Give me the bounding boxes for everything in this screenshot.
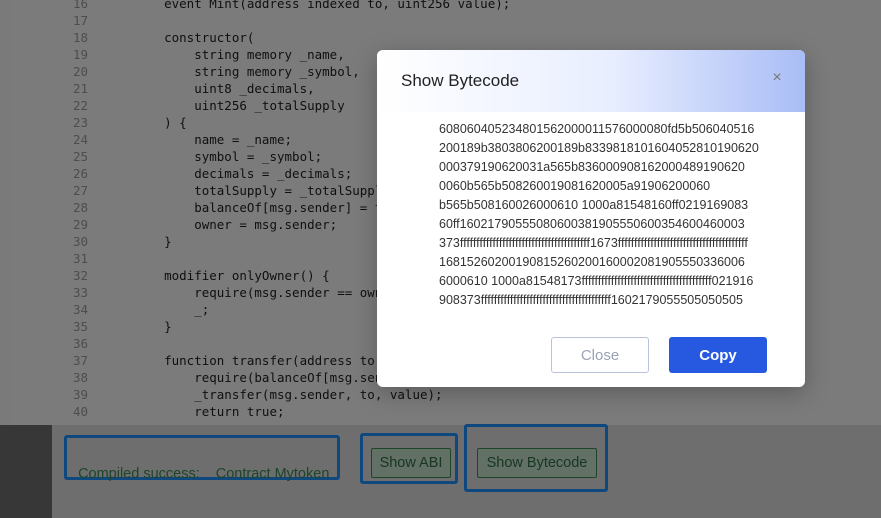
bytecode-line: 908373ffffffffffffffffffffffffffffffffff… [439,293,743,307]
bytecode-line: 000379190620031a565b83600090816200048919… [439,160,745,174]
bytecode-line: 373fffffffffffffffffffffffffffffffffffff… [439,236,748,250]
bytecode-modal: Show Bytecode × 608060405234801562000011… [377,50,805,387]
modal-title: Show Bytecode [401,71,520,90]
bytecode-line: b565b508160026000610 1000a81548160ff0219… [439,198,749,212]
bytecode-line: 1681526020019081526020016000208190555033… [439,255,745,269]
modal-header: Show Bytecode × [377,50,805,112]
copy-button[interactable]: Copy [669,337,767,373]
close-button[interactable]: Close [551,337,649,373]
bytecode-line: 608060405234801562000011576000080fd5b506… [439,122,755,136]
bytecode-line: 60ff160217905550806003819055506003546004… [439,217,745,231]
bytecode-content[interactable]: 608060405234801562000011576000080fd5b506… [439,120,793,316]
close-icon[interactable]: × [765,66,789,90]
bytecode-line: 200189b3803806200189b8339818101604052810… [439,141,759,155]
bytecode-line: 6000610 1000a81548173fffffffffffffffffff… [439,274,754,288]
bytecode-line: 0060b565b508260019081620005a91906200060 [439,179,711,193]
